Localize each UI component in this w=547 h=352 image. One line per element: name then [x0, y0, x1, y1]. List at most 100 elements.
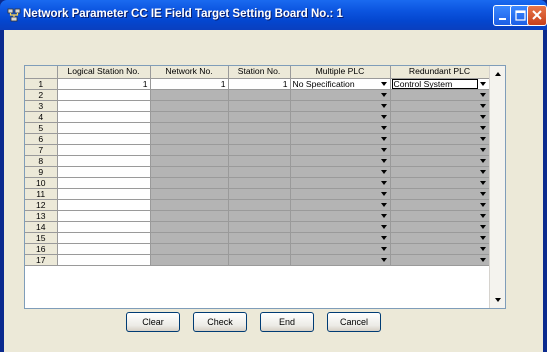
redundant-plc-dropdown[interactable] — [390, 199, 490, 211]
redundant-plc-dropdown[interactable] — [390, 122, 490, 134]
header-multiple-plc[interactable]: Multiple PLC — [290, 66, 391, 79]
chevron-down-icon[interactable] — [380, 256, 389, 265]
multiple-plc-dropdown[interactable] — [290, 199, 391, 211]
logical-station-cell[interactable] — [57, 177, 151, 189]
row-number[interactable]: 11 — [25, 188, 58, 200]
header-network-no[interactable]: Network No. — [150, 66, 229, 79]
station-no-cell[interactable] — [228, 177, 291, 189]
multiple-plc-dropdown[interactable] — [290, 111, 391, 123]
chevron-down-icon[interactable] — [479, 212, 488, 221]
row-number[interactable]: 17 — [25, 254, 58, 266]
chevron-down-icon[interactable] — [380, 245, 389, 254]
station-no-cell[interactable] — [228, 89, 291, 101]
chevron-down-icon[interactable] — [380, 113, 389, 122]
row-number[interactable]: 5 — [25, 122, 58, 134]
chevron-down-icon[interactable] — [479, 157, 488, 166]
station-no-cell[interactable] — [228, 188, 291, 200]
station-no-cell[interactable] — [228, 133, 291, 145]
chevron-down-icon[interactable] — [479, 234, 488, 243]
station-no-cell[interactable] — [228, 144, 291, 156]
network-no-cell[interactable] — [150, 144, 229, 156]
redundant-plc-dropdown[interactable] — [390, 243, 490, 255]
logical-station-cell[interactable] — [57, 122, 151, 134]
end-button[interactable]: End — [260, 312, 314, 332]
redundant-plc-dropdown[interactable] — [390, 111, 490, 123]
clear-button[interactable]: Clear — [126, 312, 180, 332]
redundant-plc-dropdown[interactable] — [390, 221, 490, 233]
redundant-plc-dropdown[interactable] — [390, 144, 490, 156]
chevron-down-icon[interactable] — [479, 245, 488, 254]
network-no-cell[interactable] — [150, 232, 229, 244]
logical-station-cell[interactable] — [57, 133, 151, 145]
row-number[interactable]: 9 — [25, 166, 58, 178]
network-no-cell[interactable] — [150, 188, 229, 200]
scroll-down-arrow-icon[interactable] — [490, 292, 505, 308]
logical-station-cell[interactable] — [57, 232, 151, 244]
row-number[interactable]: 6 — [25, 133, 58, 145]
network-no-cell[interactable] — [150, 133, 229, 145]
network-no-cell[interactable] — [150, 177, 229, 189]
redundant-plc-dropdown[interactable]: Control System — [390, 78, 490, 90]
multiple-plc-dropdown[interactable] — [290, 221, 391, 233]
chevron-down-icon[interactable] — [380, 124, 389, 133]
network-no-cell[interactable] — [150, 254, 229, 266]
row-number[interactable]: 3 — [25, 100, 58, 112]
station-no-cell[interactable] — [228, 166, 291, 178]
multiple-plc-dropdown[interactable] — [290, 243, 391, 255]
chevron-down-icon[interactable] — [380, 190, 389, 199]
header-redundant-plc[interactable]: Redundant PLC — [390, 66, 490, 79]
logical-station-cell[interactable] — [57, 89, 151, 101]
logical-station-cell[interactable] — [57, 254, 151, 266]
redundant-plc-dropdown[interactable] — [390, 155, 490, 167]
logical-station-cell[interactable] — [57, 199, 151, 211]
multiple-plc-dropdown[interactable] — [290, 254, 391, 266]
multiple-plc-dropdown[interactable] — [290, 210, 391, 222]
chevron-down-icon[interactable] — [479, 146, 488, 155]
chevron-down-icon[interactable] — [479, 102, 488, 111]
vertical-scrollbar[interactable] — [489, 66, 505, 308]
chevron-down-icon[interactable] — [380, 234, 389, 243]
logical-station-cell[interactable] — [57, 221, 151, 233]
chevron-down-icon[interactable] — [479, 168, 488, 177]
redundant-plc-dropdown[interactable] — [390, 133, 490, 145]
station-no-cell[interactable]: 1 — [228, 78, 291, 90]
chevron-down-icon[interactable] — [380, 168, 389, 177]
station-no-cell[interactable] — [228, 100, 291, 112]
multiple-plc-dropdown[interactable] — [290, 232, 391, 244]
logical-station-cell[interactable] — [57, 188, 151, 200]
row-number[interactable]: 1 — [25, 78, 58, 90]
station-no-cell[interactable] — [228, 254, 291, 266]
header-logical-station[interactable]: Logical Station No. — [57, 66, 151, 79]
redundant-plc-dropdown[interactable] — [390, 166, 490, 178]
chevron-down-icon[interactable] — [479, 201, 488, 210]
multiple-plc-dropdown[interactable] — [290, 100, 391, 112]
title-bar[interactable]: Network Parameter CC IE Field Target Set… — [0, 0, 547, 30]
chevron-down-icon[interactable] — [380, 212, 389, 221]
cancel-button[interactable]: Cancel — [327, 312, 381, 332]
multiple-plc-dropdown[interactable] — [290, 188, 391, 200]
network-no-cell[interactable] — [150, 111, 229, 123]
scroll-up-arrow-icon[interactable] — [490, 66, 505, 82]
station-no-cell[interactable] — [228, 221, 291, 233]
network-no-cell[interactable] — [150, 166, 229, 178]
chevron-down-icon[interactable] — [479, 223, 488, 232]
chevron-down-icon[interactable] — [380, 157, 389, 166]
redundant-plc-dropdown[interactable] — [390, 232, 490, 244]
chevron-down-icon[interactable] — [478, 79, 488, 88]
network-no-cell[interactable] — [150, 122, 229, 134]
chevron-down-icon[interactable] — [380, 102, 389, 111]
chevron-down-icon[interactable] — [479, 190, 488, 199]
network-no-cell[interactable] — [150, 100, 229, 112]
row-number[interactable]: 16 — [25, 243, 58, 255]
check-button[interactable]: Check — [193, 312, 247, 332]
station-no-cell[interactable] — [228, 210, 291, 222]
multiple-plc-dropdown[interactable] — [290, 89, 391, 101]
chevron-down-icon[interactable] — [380, 201, 389, 210]
network-no-cell[interactable] — [150, 210, 229, 222]
logical-station-cell[interactable] — [57, 111, 151, 123]
chevron-down-icon[interactable] — [380, 223, 389, 232]
logical-station-cell[interactable] — [57, 100, 151, 112]
chevron-down-icon[interactable] — [479, 256, 488, 265]
row-number[interactable]: 13 — [25, 210, 58, 222]
logical-station-cell[interactable]: 1 — [57, 78, 151, 90]
